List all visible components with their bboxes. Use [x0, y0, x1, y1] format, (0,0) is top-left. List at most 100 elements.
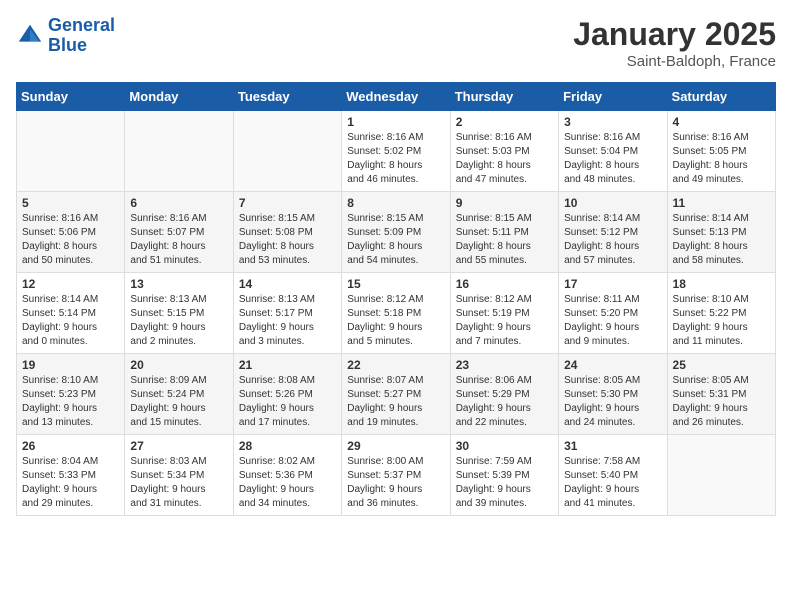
day-number: 15	[347, 277, 444, 291]
day-number: 23	[456, 358, 553, 372]
calendar-table: SundayMondayTuesdayWednesdayThursdayFrid…	[16, 82, 776, 516]
day-info: Sunrise: 8:05 AM Sunset: 5:30 PM Dayligh…	[564, 374, 661, 430]
calendar-cell: 23 Sunrise: 8:06 AM Sunset: 5:29 PM Dayli…	[450, 354, 558, 435]
day-number: 24	[564, 358, 661, 372]
day-info: Sunrise: 8:10 AM Sunset: 5:23 PM Dayligh…	[22, 374, 119, 430]
weekday-header: Tuesday	[233, 83, 341, 111]
calendar-cell: 24 Sunrise: 8:05 AM Sunset: 5:30 PM Dayli…	[559, 354, 667, 435]
day-number: 21	[239, 358, 336, 372]
logo: General Blue	[16, 16, 115, 56]
logo-line1: General	[48, 15, 115, 35]
calendar-cell: 31 Sunrise: 7:58 AM Sunset: 5:40 PM Dayli…	[559, 435, 667, 516]
page-header: General Blue January 2025 Saint-Baldoph,…	[16, 16, 776, 70]
calendar-cell	[125, 111, 233, 192]
day-info: Sunrise: 8:09 AM Sunset: 5:24 PM Dayligh…	[130, 374, 227, 430]
day-number: 25	[673, 358, 770, 372]
weekday-header: Friday	[559, 83, 667, 111]
logo-line2: Blue	[48, 35, 87, 55]
calendar-week-row: 1Sunrise: 8:16 AM Sunset: 5:02 PM Daylig…	[17, 111, 776, 192]
calendar-cell: 4Sunrise: 8:16 AM Sunset: 5:05 PM Daylig…	[667, 111, 775, 192]
day-info: Sunrise: 8:16 AM Sunset: 5:02 PM Dayligh…	[347, 131, 444, 187]
calendar-cell	[233, 111, 341, 192]
day-number: 12	[22, 277, 119, 291]
day-info: Sunrise: 8:10 AM Sunset: 5:22 PM Dayligh…	[673, 293, 770, 349]
day-number: 29	[347, 439, 444, 453]
day-number: 27	[130, 439, 227, 453]
day-info: Sunrise: 8:16 AM Sunset: 5:05 PM Dayligh…	[673, 131, 770, 187]
weekday-header: Sunday	[17, 83, 125, 111]
logo-text: General Blue	[48, 16, 115, 56]
calendar-cell: 22 Sunrise: 8:07 AM Sunset: 5:27 PM Dayli…	[342, 354, 450, 435]
calendar-cell: 21 Sunrise: 8:08 AM Sunset: 5:26 PM Dayli…	[233, 354, 341, 435]
day-info: Sunrise: 8:16 AM Sunset: 5:06 PM Dayligh…	[22, 212, 119, 268]
day-info: Sunrise: 8:14 AM Sunset: 5:12 PM Dayligh…	[564, 212, 661, 268]
calendar-header-row: SundayMondayTuesdayWednesdayThursdayFrid…	[17, 83, 776, 111]
calendar-cell: 14 Sunrise: 8:13 AM Sunset: 5:17 PM Dayli…	[233, 273, 341, 354]
calendar-cell	[667, 435, 775, 516]
calendar-cell: 19 Sunrise: 8:10 AM Sunset: 5:23 PM Dayli…	[17, 354, 125, 435]
calendar-cell: 5 Sunrise: 8:16 AM Sunset: 5:06 PM Daylig…	[17, 192, 125, 273]
day-number: 19	[22, 358, 119, 372]
day-info: Sunrise: 8:04 AM Sunset: 5:33 PM Dayligh…	[22, 455, 119, 511]
day-info: Sunrise: 8:05 AM Sunset: 5:31 PM Dayligh…	[673, 374, 770, 430]
day-info: Sunrise: 8:16 AM Sunset: 5:03 PM Dayligh…	[456, 131, 553, 187]
calendar-cell: 6Sunrise: 8:16 AM Sunset: 5:07 PM Daylig…	[125, 192, 233, 273]
day-info: Sunrise: 8:13 AM Sunset: 5:15 PM Dayligh…	[130, 293, 227, 349]
day-info: Sunrise: 7:59 AM Sunset: 5:39 PM Dayligh…	[456, 455, 553, 511]
day-info: Sunrise: 8:13 AM Sunset: 5:17 PM Dayligh…	[239, 293, 336, 349]
day-info: Sunrise: 7:58 AM Sunset: 5:40 PM Dayligh…	[564, 455, 661, 511]
calendar-week-row: 26 Sunrise: 8:04 AM Sunset: 5:33 PM Dayli…	[17, 435, 776, 516]
calendar-cell: 15 Sunrise: 8:12 AM Sunset: 5:18 PM Dayli…	[342, 273, 450, 354]
day-info: Sunrise: 8:15 AM Sunset: 5:08 PM Dayligh…	[239, 212, 336, 268]
weekday-header: Monday	[125, 83, 233, 111]
day-number: 11	[673, 196, 770, 210]
day-number: 22	[347, 358, 444, 372]
day-info: Sunrise: 8:14 AM Sunset: 5:13 PM Dayligh…	[673, 212, 770, 268]
calendar-cell: 8Sunrise: 8:15 AM Sunset: 5:09 PM Daylig…	[342, 192, 450, 273]
day-number: 9	[456, 196, 553, 210]
day-number: 31	[564, 439, 661, 453]
day-info: Sunrise: 8:07 AM Sunset: 5:27 PM Dayligh…	[347, 374, 444, 430]
day-info: Sunrise: 8:11 AM Sunset: 5:20 PM Dayligh…	[564, 293, 661, 349]
calendar-cell: 30Sunrise: 7:59 AM Sunset: 5:39 PM Dayli…	[450, 435, 558, 516]
calendar-cell: 7Sunrise: 8:15 AM Sunset: 5:08 PM Daylig…	[233, 192, 341, 273]
calendar-cell: 9Sunrise: 8:15 AM Sunset: 5:11 PM Daylig…	[450, 192, 558, 273]
calendar-week-row: 19 Sunrise: 8:10 AM Sunset: 5:23 PM Dayli…	[17, 354, 776, 435]
weekday-header: Thursday	[450, 83, 558, 111]
day-number: 10	[564, 196, 661, 210]
day-info: Sunrise: 8:02 AM Sunset: 5:36 PM Dayligh…	[239, 455, 336, 511]
calendar-week-row: 12 Sunrise: 8:14 AM Sunset: 5:14 PM Dayli…	[17, 273, 776, 354]
calendar-cell: 20 Sunrise: 8:09 AM Sunset: 5:24 PM Dayli…	[125, 354, 233, 435]
calendar-cell: 3Sunrise: 8:16 AM Sunset: 5:04 PM Daylig…	[559, 111, 667, 192]
day-info: Sunrise: 8:06 AM Sunset: 5:29 PM Dayligh…	[456, 374, 553, 430]
day-number: 16	[456, 277, 553, 291]
day-info: Sunrise: 8:12 AM Sunset: 5:18 PM Dayligh…	[347, 293, 444, 349]
day-number: 18	[673, 277, 770, 291]
day-info: Sunrise: 8:08 AM Sunset: 5:26 PM Dayligh…	[239, 374, 336, 430]
day-info: Sunrise: 8:12 AM Sunset: 5:19 PM Dayligh…	[456, 293, 553, 349]
calendar-cell: 17 Sunrise: 8:11 AM Sunset: 5:20 PM Dayli…	[559, 273, 667, 354]
calendar-cell: 26 Sunrise: 8:04 AM Sunset: 5:33 PM Dayli…	[17, 435, 125, 516]
title-block: January 2025 Saint-Baldoph, France	[573, 16, 776, 70]
day-info: Sunrise: 8:15 AM Sunset: 5:09 PM Dayligh…	[347, 212, 444, 268]
calendar-cell: 13Sunrise: 8:13 AM Sunset: 5:15 PM Dayli…	[125, 273, 233, 354]
day-number: 20	[130, 358, 227, 372]
calendar-cell: 29Sunrise: 8:00 AM Sunset: 5:37 PM Dayli…	[342, 435, 450, 516]
day-number: 6	[130, 196, 227, 210]
day-number: 2	[456, 115, 553, 129]
day-info: Sunrise: 8:03 AM Sunset: 5:34 PM Dayligh…	[130, 455, 227, 511]
day-number: 26	[22, 439, 119, 453]
calendar-cell: 1Sunrise: 8:16 AM Sunset: 5:02 PM Daylig…	[342, 111, 450, 192]
calendar-cell: 11 Sunrise: 8:14 AM Sunset: 5:13 PM Dayli…	[667, 192, 775, 273]
calendar-cell: 25 Sunrise: 8:05 AM Sunset: 5:31 PM Dayli…	[667, 354, 775, 435]
weekday-header: Wednesday	[342, 83, 450, 111]
day-number: 14	[239, 277, 336, 291]
day-number: 5	[22, 196, 119, 210]
calendar-week-row: 5 Sunrise: 8:16 AM Sunset: 5:06 PM Daylig…	[17, 192, 776, 273]
location-title: Saint-Baldoph, France	[573, 53, 776, 70]
weekday-header: Saturday	[667, 83, 775, 111]
calendar-cell: 2 Sunrise: 8:16 AM Sunset: 5:03 PM Daylig…	[450, 111, 558, 192]
month-title: January 2025	[573, 16, 776, 53]
day-number: 17	[564, 277, 661, 291]
day-info: Sunrise: 8:14 AM Sunset: 5:14 PM Dayligh…	[22, 293, 119, 349]
